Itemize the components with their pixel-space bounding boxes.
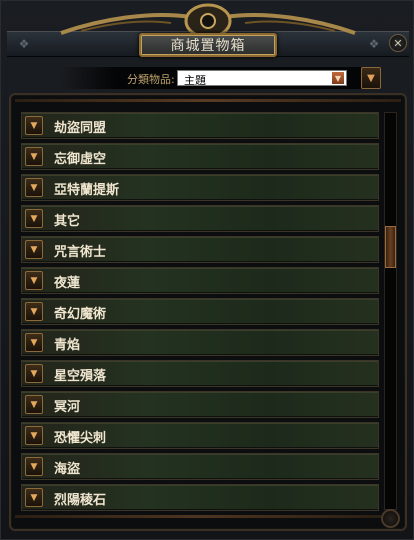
expand-chevron-icon[interactable]: ▼	[25, 333, 43, 352]
close-icon: ✕	[393, 36, 403, 50]
list-item[interactable]: ▼ 奇幻魔術	[21, 298, 379, 325]
list-item[interactable]: ▼ 亞特蘭提斯	[21, 174, 379, 201]
right-corner-ornament-icon: ❖	[368, 37, 380, 51]
list-bottom-divider	[15, 515, 381, 518]
category-label: 咒言術士	[54, 245, 107, 260]
category-label: 青焰	[54, 338, 81, 353]
left-corner-ornament-icon: ❖	[18, 37, 30, 51]
category-label: 忘御虛空	[54, 152, 107, 167]
expand-chevron-icon[interactable]: ▼	[25, 302, 43, 321]
expand-chevron-icon[interactable]: ▼	[25, 426, 43, 445]
scrollbar-end-knob-icon	[381, 509, 400, 528]
expand-chevron-icon[interactable]: ▼	[25, 209, 43, 228]
list-item[interactable]: ▼ 烈陽稜石	[21, 484, 379, 511]
scrollbar-thumb[interactable]	[385, 226, 396, 268]
list-item[interactable]: ▼ 夜蓮	[21, 267, 379, 294]
scrollbar-track[interactable]	[384, 112, 397, 510]
list-item[interactable]: ▼ 忘御虛空	[21, 143, 379, 170]
category-label: 恐懼尖刺	[54, 431, 107, 446]
category-filter-select[interactable]: 主題 ▼	[177, 70, 347, 87]
category-list: ▼ 劫盜同盟 ▼ 忘御虛空 ▼ 亞特蘭提斯 ▼ 其它 ▼ 咒言術士 ▼ 夜蓮 ▼…	[21, 112, 379, 515]
expand-chevron-icon[interactable]: ▼	[25, 364, 43, 383]
window-title: 商城置物箱	[170, 38, 246, 54]
expand-chevron-icon[interactable]: ▼	[25, 395, 43, 414]
expand-chevron-icon[interactable]: ▼	[25, 271, 43, 290]
category-label: 星空殞落	[54, 369, 107, 384]
list-item[interactable]: ▼ 其它	[21, 205, 379, 232]
collapse-all-button[interactable]: ▼	[361, 67, 381, 89]
list-item[interactable]: ▼ 恐懼尖刺	[21, 422, 379, 449]
expand-chevron-icon[interactable]: ▼	[25, 178, 43, 197]
category-label: 夜蓮	[54, 276, 81, 291]
filter-selected-value: 主題	[184, 74, 206, 87]
chevron-down-icon[interactable]: ▼	[332, 72, 344, 84]
category-label: 亞特蘭提斯	[54, 183, 120, 198]
category-label: 奇幻魔術	[54, 307, 107, 322]
title-plate: 商城置物箱	[139, 33, 277, 57]
expand-chevron-icon[interactable]: ▼	[25, 240, 43, 259]
category-label: 冥河	[54, 400, 81, 415]
category-label: 其它	[54, 214, 81, 229]
list-item[interactable]: ▼ 青焰	[21, 329, 379, 356]
expand-chevron-icon[interactable]: ▼	[25, 116, 43, 135]
filter-label: 分類物品:	[127, 73, 175, 86]
expand-chevron-icon[interactable]: ▼	[25, 488, 43, 507]
category-label: 劫盜同盟	[54, 121, 107, 136]
chevron-down-icon: ▼	[367, 72, 375, 84]
category-label: 海盜	[54, 462, 81, 477]
expand-chevron-icon[interactable]: ▼	[25, 147, 43, 166]
list-item[interactable]: ▼ 冥河	[21, 391, 379, 418]
close-button[interactable]: ✕	[389, 34, 407, 52]
list-item[interactable]: ▼ 咒言術士	[21, 236, 379, 263]
list-item[interactable]: ▼ 星空殞落	[21, 360, 379, 387]
expand-chevron-icon[interactable]: ▼	[25, 457, 43, 476]
list-top-divider	[15, 99, 401, 102]
category-label: 烈陽稜石	[54, 493, 107, 508]
list-item[interactable]: ▼ 劫盜同盟	[21, 112, 379, 139]
stash-window: ❖ ❖ 商城置物箱 ✕ 分類物品: 主題 ▼ ▼ ▼ 劫盜同盟 ▼ 忘御虛空 ▼…	[0, 0, 414, 540]
list-item[interactable]: ▼ 海盜	[21, 453, 379, 480]
